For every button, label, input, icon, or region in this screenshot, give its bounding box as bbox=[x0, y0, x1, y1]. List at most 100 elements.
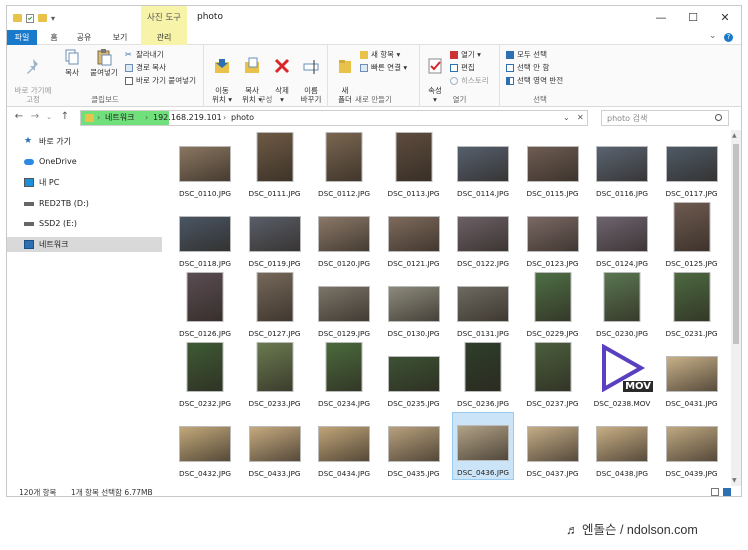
cut-button[interactable]: ✂ 잘라내기 bbox=[125, 49, 164, 60]
file-item[interactable]: DSC_0234.JPG bbox=[313, 342, 375, 410]
file-item[interactable]: DSC_0114.JPG bbox=[452, 132, 514, 200]
tab-manage[interactable]: 관리 bbox=[141, 30, 187, 45]
select-none-button[interactable]: 선택 안 함 bbox=[506, 62, 549, 73]
copy-path-button[interactable]: 경로 복사 bbox=[125, 62, 166, 73]
nav-item-quick-access[interactable]: ★ 바로 가기 bbox=[7, 134, 162, 149]
nav-item-network[interactable]: 네트워크 bbox=[7, 237, 162, 252]
file-item[interactable]: DSC_0119.JPG bbox=[244, 202, 306, 270]
crumb-network[interactable]: 네트워크 bbox=[105, 112, 134, 124]
file-item[interactable]: DSC_0432.JPG bbox=[174, 412, 236, 480]
minimize-button[interactable]: — bbox=[647, 10, 675, 26]
select-all-button[interactable]: 모두 선택 bbox=[506, 49, 547, 60]
file-item[interactable]: DSC_0117.JPG bbox=[661, 132, 723, 200]
file-item[interactable]: DSC_0127.JPG bbox=[244, 272, 306, 340]
file-name: DSC_0236.JPG bbox=[456, 399, 510, 408]
file-item[interactable]: DSC_0122.JPG bbox=[452, 202, 514, 270]
vertical-scrollbar[interactable]: ▲ ▼ bbox=[731, 130, 741, 486]
file-item[interactable]: DSC_0110.JPG bbox=[174, 132, 236, 200]
file-item[interactable]: DSC_0439.JPG bbox=[661, 412, 723, 480]
forward-arrow-icon[interactable]: → bbox=[29, 111, 41, 122]
up-arrow-icon[interactable]: ↑ bbox=[59, 111, 71, 122]
invert-selection-button[interactable]: 선택 영역 반전 bbox=[506, 75, 563, 86]
properties-icon[interactable] bbox=[26, 13, 34, 23]
file-item[interactable]: DSC_0116.JPG bbox=[591, 132, 653, 200]
file-item[interactable]: DSC_0229.JPG bbox=[522, 272, 584, 340]
customize-toolbar-icon[interactable]: ▾ bbox=[51, 14, 55, 23]
select-none-label: 선택 안 함 bbox=[517, 63, 550, 72]
file-item[interactable]: DSC_0433.JPG bbox=[244, 412, 306, 480]
file-item[interactable]: DSC_0437.JPG bbox=[522, 412, 584, 480]
history-button[interactable]: 히스토리 bbox=[450, 75, 489, 86]
file-item[interactable]: DSC_0231.JPG bbox=[661, 272, 723, 340]
select-group: 모두 선택 선택 안 함 선택 영역 반전 선택 bbox=[500, 45, 580, 107]
file-item[interactable]: DSC_0131.JPG bbox=[452, 272, 514, 340]
file-item[interactable]: DSC_0431.JPG bbox=[661, 342, 723, 410]
address-dropdown-icon[interactable]: ⌄ bbox=[563, 112, 570, 124]
file-item[interactable]: DSC_0126.JPG bbox=[174, 272, 236, 340]
mov-badge: MOV bbox=[623, 381, 653, 392]
recent-locations-icon[interactable]: ⌄ bbox=[43, 113, 55, 121]
file-item[interactable]: DSC_0236.JPG bbox=[452, 342, 514, 410]
file-item[interactable]: DSC_0230.JPG bbox=[591, 272, 653, 340]
file-item[interactable]: DSC_0118.JPG bbox=[174, 202, 236, 270]
new-group: 새 폴더 새 항목 ▾ 빠른 연결 ▾ 새로 만들기 bbox=[328, 45, 420, 107]
nav-item-this-pc[interactable]: 내 PC bbox=[7, 175, 162, 190]
file-item[interactable]: DSC_0124.JPG bbox=[591, 202, 653, 270]
tab-home[interactable]: 홈 bbox=[43, 30, 65, 45]
tab-view[interactable]: 보기 bbox=[105, 30, 135, 45]
tab-file[interactable]: 파일 bbox=[7, 30, 37, 45]
address-bar[interactable]: › 네트워크 › 192.168.219.101 › photo ⌄ ✕ bbox=[80, 110, 588, 126]
file-item[interactable]: DSC_0115.JPG bbox=[522, 132, 584, 200]
file-name: DSC_0231.JPG bbox=[665, 329, 718, 338]
file-item[interactable]: DSC_0113.JPG bbox=[383, 132, 445, 200]
file-name: DSC_0116.JPG bbox=[595, 189, 649, 198]
address-clear-icon[interactable]: ✕ bbox=[577, 112, 584, 124]
paste-button[interactable]: 붙여넣기 bbox=[87, 48, 121, 77]
scroll-up-icon[interactable]: ▲ bbox=[732, 132, 737, 139]
open-button[interactable]: 열기 ▾ bbox=[450, 49, 481, 60]
back-arrow-icon[interactable]: ← bbox=[13, 111, 25, 122]
file-name: DSC_0433.JPG bbox=[248, 469, 301, 478]
file-item[interactable]: DSC_0120.JPG bbox=[313, 202, 375, 270]
maximize-button[interactable]: ☐ bbox=[679, 10, 707, 26]
file-item[interactable]: DSC_0123.JPG bbox=[522, 202, 584, 270]
file-item[interactable]: DSC_0233.JPG bbox=[244, 342, 306, 410]
file-item[interactable]: DSC_0121.JPG bbox=[383, 202, 445, 270]
new-folder-icon[interactable] bbox=[38, 14, 47, 22]
new-item-icon bbox=[360, 50, 368, 59]
search-box[interactable]: photo 검색 bbox=[601, 110, 729, 126]
file-item[interactable]: DSC_0232.JPG bbox=[174, 342, 236, 410]
edit-button[interactable]: 편집 bbox=[450, 62, 475, 73]
file-item[interactable]: DSC_0130.JPG bbox=[383, 272, 445, 340]
file-item[interactable]: DSC_0436.JPG bbox=[452, 412, 514, 480]
crumb-photo[interactable]: photo bbox=[231, 112, 254, 124]
file-item[interactable]: DSC_0235.JPG bbox=[383, 342, 445, 410]
collapse-ribbon-icon[interactable]: ⌄ bbox=[709, 31, 717, 41]
photo-thumbnail bbox=[665, 426, 718, 462]
nav-item-drive-e[interactable]: SSD2 (E:) bbox=[7, 216, 162, 231]
new-item-button[interactable]: 새 항목 ▾ bbox=[360, 49, 400, 60]
easy-access-button[interactable]: 빠른 연결 ▾ bbox=[360, 62, 407, 73]
file-item[interactable]: DSC_0111.JPG bbox=[244, 132, 306, 200]
explorer-window: ▾ 사진 도구 photo — ☐ ✕ 파일 홈 공유 보기 관리 ⌄ ? 바로… bbox=[6, 5, 742, 497]
scrollbar-thumb[interactable] bbox=[733, 144, 739, 344]
file-item[interactable]: DSC_0435.JPG bbox=[383, 412, 445, 480]
file-item[interactable]: DSC_0438.JPG bbox=[591, 412, 653, 480]
file-item[interactable]: DSC_0129.JPG bbox=[313, 272, 375, 340]
details-view-icon[interactable] bbox=[711, 488, 719, 496]
nav-item-drive-d[interactable]: RED2TB (D:) bbox=[7, 196, 162, 211]
copy-button[interactable]: 복사 bbox=[59, 48, 85, 77]
nav-item-onedrive[interactable]: OneDrive bbox=[7, 154, 162, 169]
scroll-down-icon[interactable]: ▼ bbox=[732, 477, 737, 484]
large-icons-view-icon[interactable] bbox=[723, 488, 731, 496]
file-item[interactable]: DSC_0237.JPG bbox=[522, 342, 584, 410]
tab-share[interactable]: 공유 bbox=[69, 30, 99, 45]
help-icon[interactable]: ? bbox=[724, 33, 733, 42]
file-item[interactable]: MOV DSC_0238.MOV bbox=[591, 342, 653, 410]
file-item[interactable]: DSC_0125.JPG bbox=[661, 202, 723, 270]
close-button[interactable]: ✕ bbox=[711, 10, 739, 26]
paste-shortcut-button[interactable]: 바로 가기 붙여넣기 bbox=[125, 75, 196, 86]
crumb-host[interactable]: 192.168.219.101 bbox=[153, 112, 222, 124]
file-item[interactable]: DSC_0112.JPG bbox=[313, 132, 375, 200]
file-item[interactable]: DSC_0434.JPG bbox=[313, 412, 375, 480]
